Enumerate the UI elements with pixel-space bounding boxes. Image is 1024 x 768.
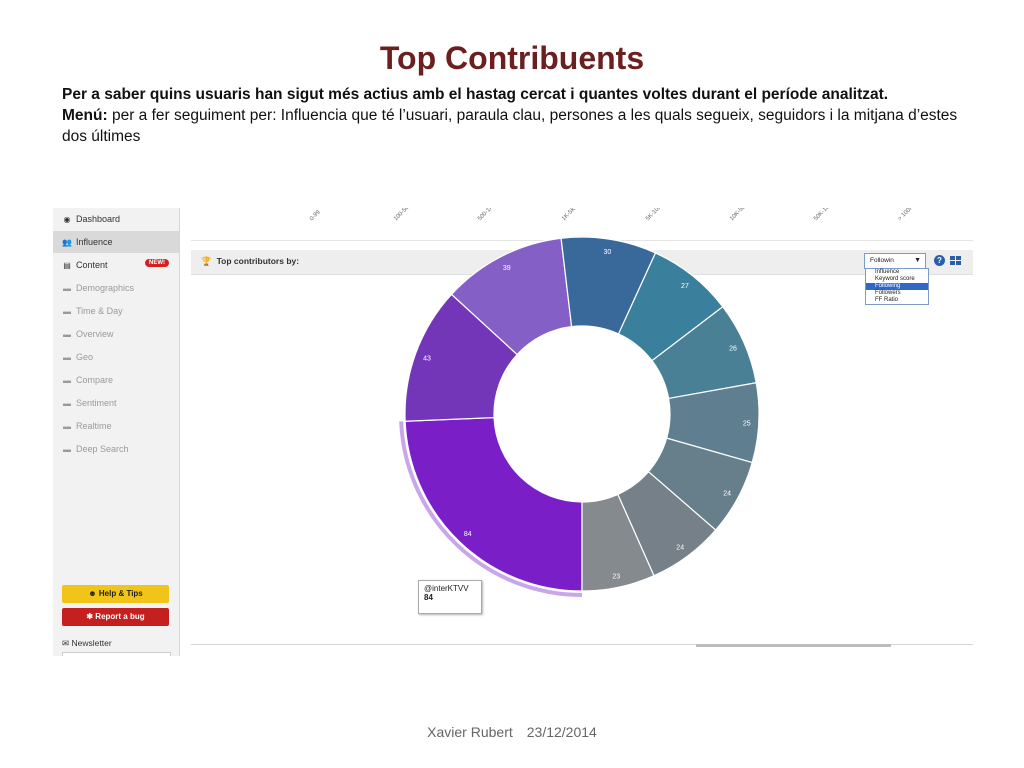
slide-footer: Xavier Rubert 23/12/2014 <box>0 724 1024 740</box>
dropdown-option[interactable]: Followers <box>866 290 928 297</box>
footer-date: 23/12/2014 <box>526 724 597 740</box>
tooltip-name: @interKTVV <box>424 584 469 593</box>
select-dropdown: Influence Keyword score Following Followers… <box>865 268 929 305</box>
donut-chart: 84 43 39 30 27 26 25 24 24 23 <box>399 236 760 597</box>
app-screenshot: ◉ Dashboard 👥 Influence ▤ Content NEW! ▬ Demogra… <box>53 208 973 656</box>
chart-tooltip: @interKTVV 84 <box>418 580 482 614</box>
dropdown-option[interactable]: Following <box>866 283 928 290</box>
slice-value-label: 26 <box>729 346 737 353</box>
dropdown-option[interactable]: Influence <box>866 269 928 276</box>
slice-value-label: 25 <box>743 420 751 427</box>
menu-description: per a fer seguiment per: Influencia que … <box>62 107 958 145</box>
slide-intro: Per a saber quins usuaris han sigut més … <box>62 84 962 147</box>
footer-author: Xavier Rubert <box>427 724 513 740</box>
dropdown-option[interactable]: FF Ratio <box>866 297 928 304</box>
slice-value-label: 24 <box>676 545 684 552</box>
intro-line: Per a saber quins usuaris han sigut més … <box>62 86 889 103</box>
donut-slice[interactable] <box>404 416 583 592</box>
slice-value-label: 24 <box>723 491 731 498</box>
slice-value-label: 23 <box>612 573 620 580</box>
horizontal-scrollbar[interactable] <box>696 644 891 647</box>
slice-value-label: 27 <box>681 283 689 290</box>
dropdown-option[interactable]: Keyword score <box>866 276 928 283</box>
slide-title: Top Contribuents <box>379 40 645 76</box>
slice-value-label: 84 <box>464 531 472 538</box>
slice-value-label: 30 <box>604 249 612 256</box>
tooltip-value: 84 <box>424 593 433 602</box>
slice-value-label: 43 <box>423 355 431 362</box>
slice-value-label: 39 <box>503 265 511 272</box>
menu-label: Menú: <box>62 107 108 124</box>
